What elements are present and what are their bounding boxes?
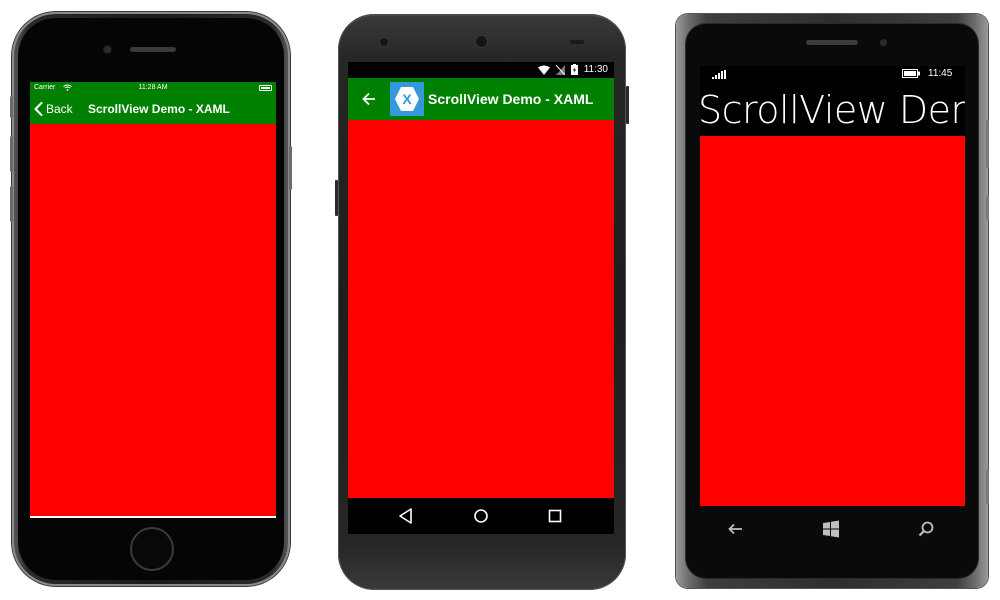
page-title: ScrollView Demo - XAML <box>428 91 594 107</box>
windows-phone-screen: 11:45 ScrollView Demo <box>700 66 965 506</box>
status-time: 11:45 <box>928 68 953 79</box>
android-sensor <box>380 38 388 46</box>
ios-status-bar: Carrier 11:28 AM <box>30 82 276 94</box>
android-screen: 11:30 X ScrollView Demo - XAML <box>348 62 614 534</box>
android-volume-button <box>335 180 338 216</box>
scrollview-content[interactable] <box>700 136 965 506</box>
android-status-bar: 11:30 <box>348 62 614 78</box>
wifi-icon <box>537 65 550 75</box>
wp-search-button[interactable] <box>915 518 937 540</box>
arrow-left-icon <box>362 92 375 106</box>
wp-earpiece-speaker <box>806 40 858 45</box>
status-time: 11:28 AM <box>138 84 168 91</box>
android-navigation-bar <box>348 498 614 534</box>
back-label: Back <box>46 102 73 116</box>
iphone-volume-up-button <box>10 136 13 172</box>
back-button[interactable]: Back <box>34 94 73 124</box>
iphone-front-camera <box>104 46 111 53</box>
screen-bottom-edge <box>30 516 276 518</box>
wp-start-button[interactable] <box>820 518 842 540</box>
status-time: 11:30 <box>583 64 608 75</box>
iphone-power-button <box>289 146 292 190</box>
wp-back-button[interactable] <box>725 518 747 540</box>
battery-charging-icon <box>570 64 578 75</box>
android-front-camera <box>476 36 487 47</box>
iphone-volume-down-button <box>10 186 13 222</box>
wp-volume-button <box>986 120 989 168</box>
home-button[interactable] <box>130 527 174 571</box>
xamarin-logo: X <box>390 82 424 116</box>
wp-power-button <box>986 196 989 220</box>
page-title: ScrollView Demo - XAML <box>88 102 230 116</box>
scrollview-content[interactable] <box>30 124 276 518</box>
logo-letter: X <box>402 91 412 107</box>
android-light-sensor <box>570 40 584 44</box>
scrollview-content[interactable] <box>348 120 614 498</box>
wp-front-camera <box>880 39 887 46</box>
chevron-left-icon <box>34 102 43 116</box>
nav-back-button[interactable] <box>396 506 416 526</box>
iphone-screen: Carrier 11:28 AM Back ScrollView Demo - … <box>30 82 276 518</box>
android-action-bar: X ScrollView Demo - XAML <box>348 78 614 120</box>
status-icons: 11:30 <box>537 64 608 75</box>
back-arrow-button[interactable] <box>358 86 380 112</box>
nav-recents-button[interactable] <box>545 506 565 526</box>
nav-home-button[interactable] <box>471 506 491 526</box>
page-title: ScrollView Demo <box>700 88 965 132</box>
iphone-mute-switch <box>10 96 13 118</box>
wp-status-bar: 11:45 <box>700 66 965 82</box>
wp-camera-button <box>986 470 989 504</box>
signal-strength-icon <box>712 70 726 79</box>
iphone-earpiece-speaker <box>130 47 176 52</box>
ios-navigation-bar: Back ScrollView Demo - XAML <box>30 94 276 124</box>
battery-icon <box>902 69 920 78</box>
android-power-button <box>626 86 629 124</box>
no-signal-icon <box>555 64 565 75</box>
xamarin-hexagon-icon: X <box>395 87 419 111</box>
battery-icon <box>259 85 272 91</box>
